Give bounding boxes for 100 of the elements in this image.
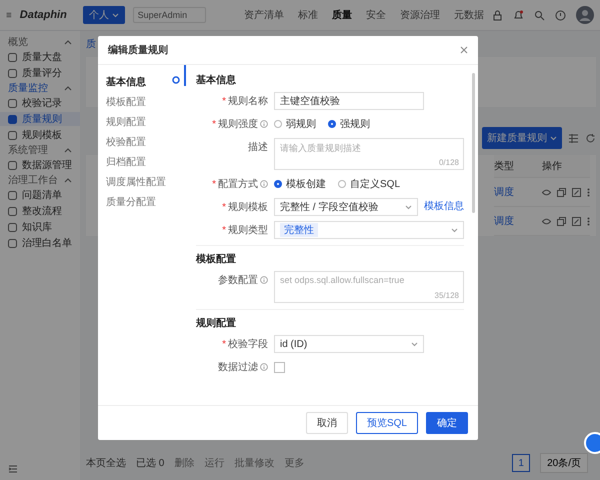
anchor-link[interactable]: 归档配置 [106,155,172,169]
bulk-action-button[interactable]: 批量修改 [234,456,274,470]
rule-name-input[interactable]: 主键空值校验 [274,92,424,110]
select-all-label[interactable]: 本页全选 [86,456,126,470]
placeholder-text: set odps.sql.allow.fullscan=true [280,275,404,285]
dialog-button[interactable]: 预览SQL [356,412,418,434]
scrollbar[interactable] [472,73,475,213]
group-title[interactable]: 系统管理 [8,143,48,157]
square-icon [8,114,17,124]
menu-icon[interactable] [6,10,12,20]
field-label: 数据过滤 [218,360,258,374]
column-header: 操作 [542,160,563,173]
more-icon[interactable] [587,216,590,226]
sidebar-item[interactable]: 数据源管理 [0,158,80,172]
search-icon[interactable] [534,10,545,20]
section-title: 规则配置 [196,316,237,330]
sidebar-item[interactable]: 治理白名单 [0,236,80,250]
template-info-link[interactable]: 模板信息 [424,198,464,216]
caret-icon [451,228,458,232]
project-select[interactable]: SuperAdmin [132,7,206,23]
field-label: 规则名称 [228,95,268,108]
close-icon[interactable] [460,46,468,54]
lock-icon[interactable] [492,10,503,20]
refresh-icon[interactable] [585,132,596,144]
radio-option[interactable]: 自定义SQL [338,177,400,191]
nav-tab[interactable]: 资源治理 [400,8,440,22]
nav-tab[interactable]: 元数据 [454,8,484,22]
chevron-icon[interactable] [64,177,72,183]
avatar-icon[interactable] [576,6,594,24]
field-label: 校验字段 [228,338,268,351]
copy-icon[interactable] [557,188,566,196]
radio-option[interactable]: 强规则 [328,117,370,131]
section-title: 模板配置 [196,252,237,266]
tag: 完整性 [280,223,318,237]
sidebar-item[interactable]: 知识库 [0,220,80,234]
page-button[interactable]: 1 [512,454,530,472]
chevron-icon[interactable] [64,85,72,91]
char-counter: 35/128 [434,291,459,300]
textarea-field[interactable]: set odps.sql.allow.fullscan=true 35/128 [274,271,464,303]
required-mark: * [212,118,216,130]
type-link[interactable]: 调度 [494,185,542,199]
sidebar-item[interactable]: 校验记录 [0,96,80,110]
page-size-select[interactable]: 20条/页 [540,453,588,473]
sidebar-item[interactable]: 整改流程 [0,204,80,218]
field-label: 配置方式 [218,178,258,191]
group-title[interactable]: 质量监控 [8,81,48,95]
type-link[interactable]: 调度 [494,214,542,228]
bell-icon[interactable] [513,10,524,20]
dialog-button[interactable]: 取消 [306,412,348,434]
nav-tab[interactable]: 安全 [366,8,386,22]
edit-icon[interactable] [572,216,581,226]
anchor-link[interactable]: 校验配置 [106,135,172,149]
edit-icon[interactable] [572,188,581,196]
logo-text: Dataphin [20,9,67,21]
columns-icon[interactable] [568,132,579,144]
nav-tab[interactable]: 标准 [298,8,318,22]
anchor-link[interactable]: 质量分配置 [106,195,172,209]
select-field[interactable]: 完整性 [274,221,464,239]
required-mark: * [222,96,226,106]
caret-icon [550,136,557,141]
sidebar-item[interactable]: 质量大盘 [0,50,80,64]
eye-icon[interactable] [542,216,551,226]
more-icon[interactable] [587,188,590,196]
group-title[interactable]: 概览 [8,35,28,49]
eye-icon[interactable] [542,188,551,196]
select-field[interactable]: 完整性 / 字段空值校验 [274,198,418,216]
textarea-field[interactable]: 请输入质量规则描述 0/128 [274,138,464,170]
anchor-link[interactable]: 模板配置 [106,95,172,109]
anchor-link[interactable]: 规则配置 [106,115,172,129]
copy-icon[interactable] [557,216,566,226]
select-field[interactable]: id (ID) [274,335,424,353]
anchor-link[interactable]: 基本信息 [106,75,172,89]
anchor-link[interactable]: 调度属性配置 [106,175,172,189]
space-dropdown[interactable]: 个人 [82,6,125,24]
selected-count: 已选 0 [136,456,164,470]
square-icon [8,52,17,62]
dialog-title: 编辑质量规则 [108,44,168,57]
bulk-action-button[interactable]: 运行 [204,456,224,470]
column-header: 类型 [494,160,515,173]
sidebar-item[interactable]: 规则模板 [0,128,80,142]
nav-tab[interactable]: 质量 [332,8,352,22]
square-icon [8,238,17,248]
collapse-icon[interactable] [8,464,18,474]
group-title[interactable]: 治理工作台 [8,173,58,187]
placeholder-text: 请输入质量规则描述 [280,143,361,153]
radio-option[interactable]: 弱规则 [274,117,316,131]
sidebar-item[interactable]: 问题清单 [0,188,80,202]
bulk-action-button[interactable]: 更多 [284,456,304,470]
nav-tab[interactable]: 资产清单 [244,8,284,22]
required-mark: * [222,202,226,212]
radio-option[interactable]: 模板创建 [274,177,326,191]
new-rule-button[interactable]: 新建质量规则 [482,127,562,149]
help-fab[interactable] [584,432,600,454]
bulk-action-button[interactable]: 删除 [174,456,194,470]
sidebar-item[interactable]: 质量规则 [0,112,80,126]
dialog-button[interactable]: 确定 [426,412,468,434]
chevron-icon[interactable] [64,147,72,153]
chevron-icon[interactable] [64,39,72,45]
sidebar-item[interactable]: 质量评分 [0,66,80,80]
checkbox[interactable] [274,362,285,373]
